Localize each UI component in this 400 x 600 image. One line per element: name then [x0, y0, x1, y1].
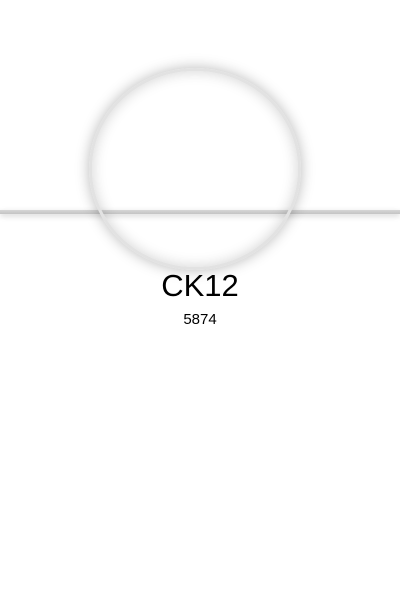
profile-name: CK12: [161, 268, 239, 303]
profile-screen: CK12 5874: [0, 0, 400, 600]
profile-code: 5874: [183, 311, 217, 328]
avatar[interactable]: [89, 68, 301, 270]
